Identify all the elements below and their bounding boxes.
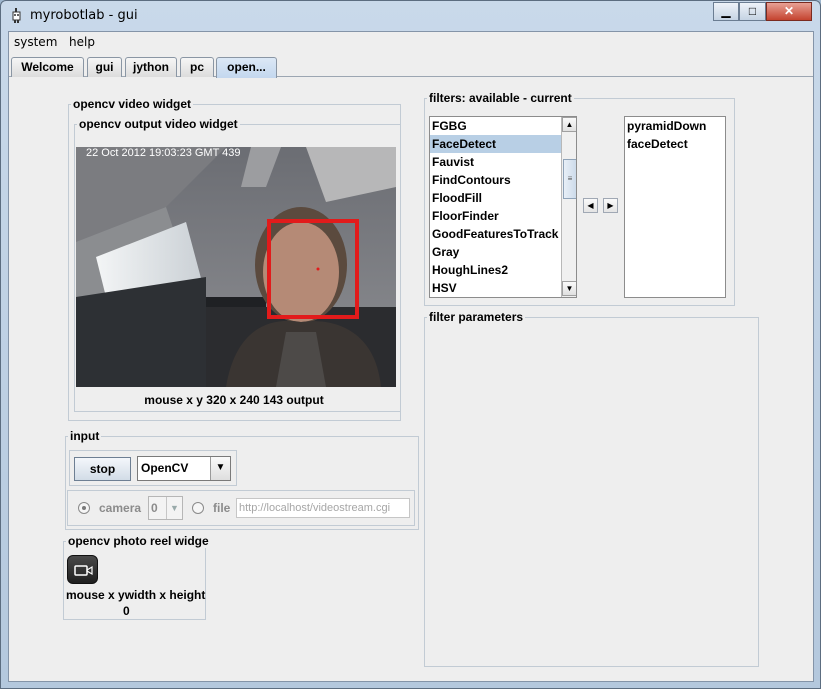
stop-button[interactable]: stop (74, 457, 131, 481)
camera-index-select[interactable]: 0 ▼ (148, 496, 183, 520)
source-select-value: OpenCV (141, 461, 189, 475)
tab-gui[interactable]: gui (87, 57, 122, 77)
close-button[interactable]: ✕ (766, 2, 812, 21)
camera-radio[interactable] (78, 502, 90, 514)
filters-title: filters: available - current (427, 91, 574, 105)
camera-index-value: 0 (151, 501, 158, 515)
output-video-title: opencv output video widget (77, 117, 240, 131)
list-item[interactable]: pyramidDown (625, 117, 725, 135)
file-radio[interactable] (192, 502, 204, 514)
chevron-down-icon[interactable]: ▼ (210, 457, 230, 480)
photo-reel-status: mouse x ywidth x height (66, 588, 206, 602)
tab-opencv[interactable]: open... (216, 57, 277, 78)
filters-scrollbar[interactable]: ▲ ≡ ▼ (561, 117, 576, 297)
robot-icon (12, 8, 21, 23)
add-filter-button[interactable]: ◀ (583, 198, 598, 213)
filter-parameters-panel: filter parameters (424, 311, 759, 667)
list-item[interactable]: HSV (430, 279, 561, 297)
video-status: mouse x y 320 x 240 143 output (144, 393, 324, 407)
list-item[interactable]: FloorFinder (430, 207, 561, 225)
menu-help[interactable]: help (69, 35, 95, 49)
file-label: file (213, 501, 231, 515)
video-widget-title: opencv video widget (71, 97, 194, 111)
list-item[interactable]: Gray (430, 243, 561, 261)
input-title: input (68, 429, 102, 443)
file-url-input[interactable]: http://localhost/videostream.cgi (236, 498, 410, 518)
video-timestamp: 22 Oct 2012 19:03:23 GMT 439 (86, 147, 241, 159)
chevron-down-icon[interactable]: ▼ (166, 497, 182, 519)
tab-pc[interactable]: pc (180, 57, 214, 77)
client-area: system help Welcome gui jython pc open..… (8, 31, 814, 682)
menu-system[interactable]: system (14, 35, 57, 49)
tab-strip: Welcome gui jython pc open... (9, 55, 813, 78)
photo-reel-count: 0 (123, 604, 130, 618)
list-item[interactable]: Fauvist (430, 153, 561, 171)
camera-label: camera (99, 501, 142, 515)
list-item[interactable]: FindContours (430, 171, 561, 189)
list-item[interactable]: faceDetect (625, 135, 725, 153)
title-bar[interactable]: myrobotlab - gui ▁ □ ✕ (1, 1, 820, 29)
scroll-thumb[interactable]: ≡ (563, 159, 576, 199)
tab-welcome[interactable]: Welcome (11, 57, 84, 77)
menu-bar: system help (9, 32, 813, 54)
camera-icon[interactable] (67, 555, 98, 584)
scroll-down-icon[interactable]: ▼ (562, 281, 576, 296)
available-filters-list[interactable]: FGBG FaceDetect Fauvist FindContours Flo… (429, 116, 577, 298)
filter-parameters-title: filter parameters (427, 310, 526, 324)
list-item[interactable]: FGBG (430, 117, 561, 135)
maximize-button[interactable]: □ (739, 2, 766, 21)
tab-jython[interactable]: jython (125, 57, 177, 77)
scroll-up-icon[interactable]: ▲ (562, 117, 576, 132)
photo-reel-title: opencv photo reel widge (66, 534, 211, 548)
window-title: myrobotlab - gui (30, 8, 138, 23)
list-item[interactable]: GoodFeaturesToTrack (430, 225, 561, 243)
source-select[interactable]: OpenCV ▼ (137, 456, 231, 481)
list-item[interactable]: FaceDetect (430, 135, 561, 153)
list-item[interactable]: HoughLines2 (430, 261, 561, 279)
minimize-button[interactable]: ▁ (713, 2, 739, 21)
remove-filter-button[interactable]: ▶ (603, 198, 618, 213)
current-filters-list[interactable]: pyramidDown faceDetect (624, 116, 726, 298)
video-frame[interactable]: 22 Oct 2012 19:03:23 GMT 439 (76, 147, 396, 387)
app-window: myrobotlab - gui ▁ □ ✕ system help Welco… (0, 0, 821, 689)
list-item[interactable]: FloodFill (430, 189, 561, 207)
camera-scene (76, 147, 396, 387)
